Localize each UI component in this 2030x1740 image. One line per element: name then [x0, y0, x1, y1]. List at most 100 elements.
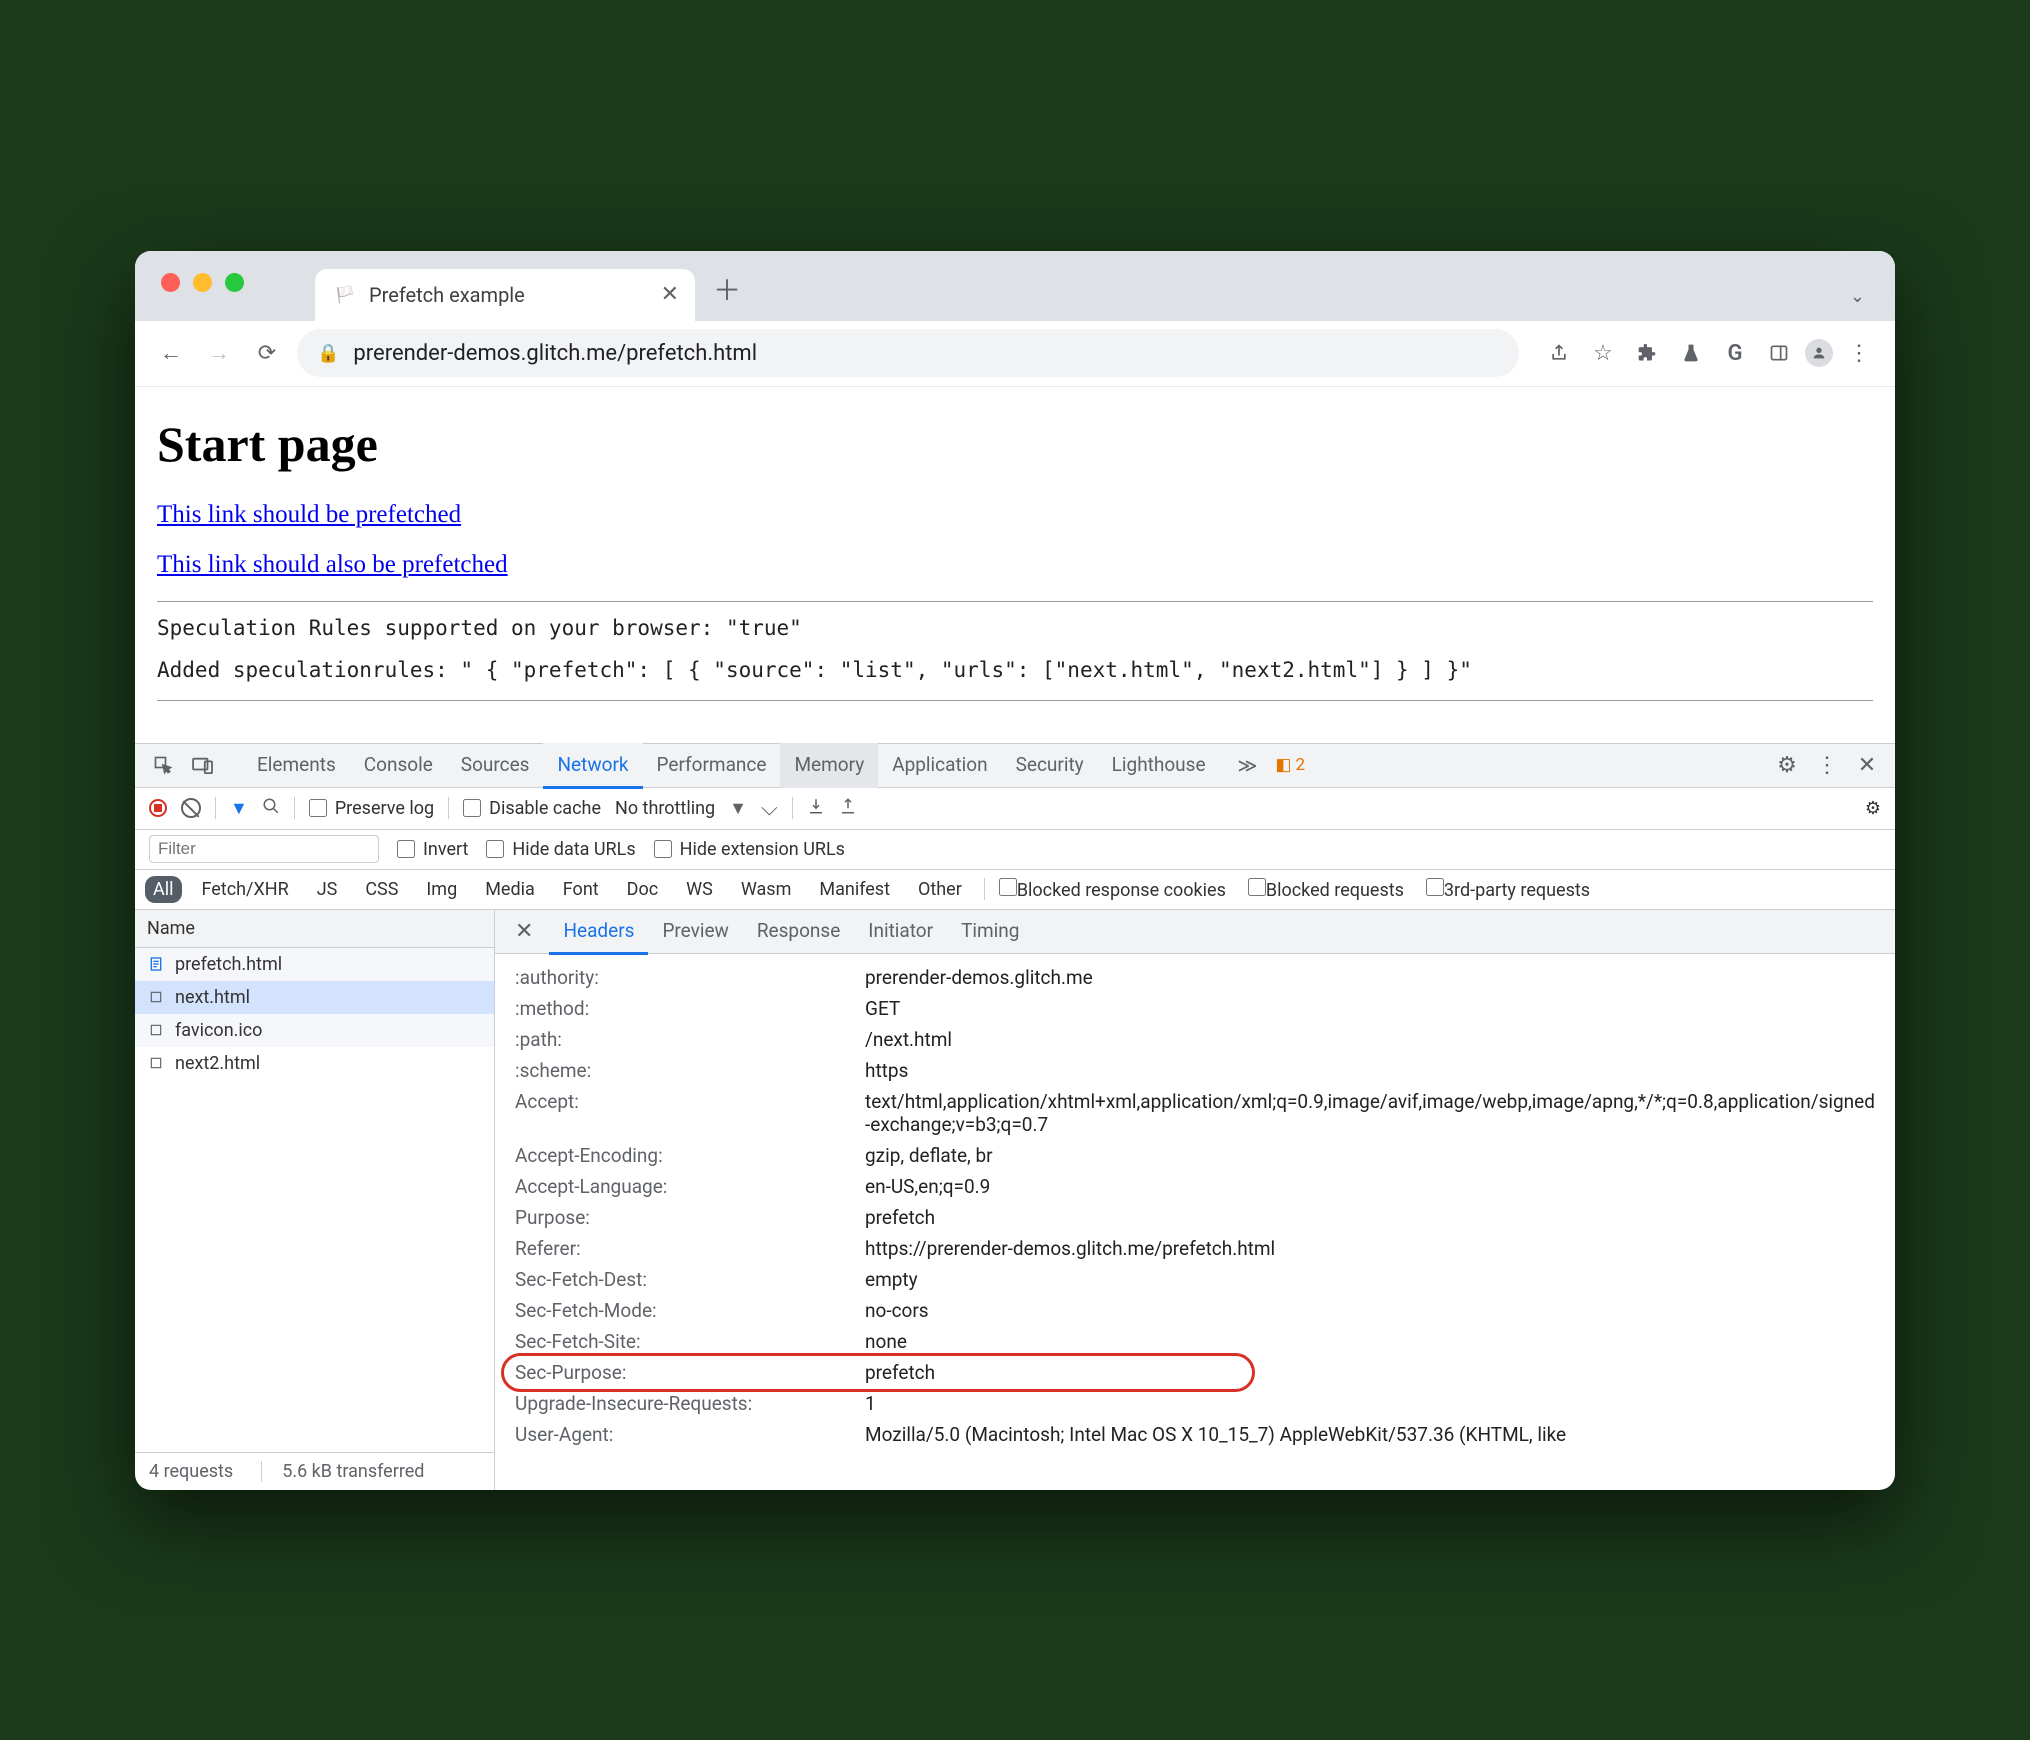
- detail-tab-preview[interactable]: Preview: [648, 910, 742, 954]
- devtools-tab-security[interactable]: Security: [1002, 743, 1098, 788]
- request-row[interactable]: next.html: [135, 981, 494, 1014]
- request-row[interactable]: next2.html: [135, 1047, 494, 1080]
- type-filter-font[interactable]: Font: [555, 876, 607, 903]
- search-icon[interactable]: [262, 797, 280, 820]
- type-filter-js[interactable]: JS: [309, 876, 346, 903]
- clear-button[interactable]: [181, 798, 201, 818]
- type-filter-img[interactable]: Img: [418, 876, 465, 903]
- type-check-blocked-response-cookies[interactable]: Blocked response cookies: [999, 878, 1226, 901]
- file-name: next.html: [175, 987, 250, 1008]
- back-button[interactable]: ←: [153, 335, 189, 371]
- minimize-window-button[interactable]: [193, 273, 212, 292]
- import-har-icon[interactable]: [807, 797, 825, 820]
- reload-button[interactable]: ⟳: [249, 335, 285, 371]
- header-value: none: [865, 1330, 1875, 1353]
- extensions-puzzle-icon[interactable]: [1629, 335, 1665, 371]
- request-detail: ✕ HeadersPreviewResponseInitiatorTiming …: [495, 910, 1895, 1490]
- prefetch-link-1[interactable]: This link should be prefetched: [157, 501, 1873, 529]
- disable-cache-checkbox[interactable]: Disable cache: [463, 798, 601, 819]
- type-filter-all[interactable]: All: [145, 876, 182, 903]
- record-button[interactable]: [149, 799, 167, 817]
- tab-close-button[interactable]: ✕: [661, 282, 679, 307]
- close-detail-button[interactable]: ✕: [505, 919, 543, 944]
- header-key: Sec-Fetch-Mode:: [515, 1299, 865, 1322]
- detail-tab-response[interactable]: Response: [743, 910, 854, 954]
- detail-tab-headers[interactable]: Headers: [549, 910, 648, 955]
- devtools-tab-application[interactable]: Application: [878, 743, 1001, 788]
- detail-tab-initiator[interactable]: Initiator: [854, 910, 947, 954]
- browser-tab[interactable]: 🏳️ Prefetch example ✕: [315, 269, 695, 321]
- header-value: no-cors: [865, 1299, 1875, 1322]
- file-icon: [147, 1054, 165, 1072]
- devtools-tab-performance[interactable]: Performance: [643, 743, 781, 788]
- devtools-tab-sources[interactable]: Sources: [447, 743, 544, 788]
- type-filter-doc[interactable]: Doc: [619, 876, 667, 903]
- window-controls: [161, 273, 244, 292]
- page-content: Start page This link should be prefetche…: [135, 387, 1895, 743]
- kebab-menu-icon[interactable]: ⋮: [1841, 335, 1877, 371]
- filter-toggle-icon[interactable]: ▼: [230, 798, 248, 819]
- network-settings-icon[interactable]: ⚙: [1865, 798, 1881, 819]
- type-check--rd-party-requests[interactable]: 3rd-party requests: [1426, 878, 1590, 901]
- list-header-name[interactable]: Name: [135, 910, 494, 948]
- throttling-select[interactable]: No throttling: [615, 798, 715, 819]
- bookmark-star-icon[interactable]: ☆: [1585, 335, 1621, 371]
- more-panels-button[interactable]: ≫: [1224, 744, 1272, 787]
- side-panel-icon[interactable]: [1761, 335, 1797, 371]
- profile-avatar[interactable]: [1805, 339, 1833, 367]
- forward-button[interactable]: →: [201, 335, 237, 371]
- type-check-blocked-requests[interactable]: Blocked requests: [1248, 878, 1404, 901]
- new-tab-button[interactable]: ＋: [713, 269, 741, 309]
- prefetch-link-2[interactable]: This link should also be prefetched: [157, 551, 1873, 579]
- devtools-settings-icon[interactable]: ⚙: [1769, 747, 1805, 783]
- request-row[interactable]: prefetch.html: [135, 948, 494, 981]
- warnings-badge[interactable]: ◧ 2: [1275, 755, 1305, 775]
- type-filter-manifest[interactable]: Manifest: [811, 876, 898, 903]
- invert-checkbox[interactable]: Invert: [397, 839, 468, 860]
- header-value: prerender-demos.glitch.me: [865, 966, 1875, 989]
- header-value: empty: [865, 1268, 1875, 1291]
- toolbar-actions: ☆ G ⋮: [1541, 335, 1877, 371]
- detail-tab-timing[interactable]: Timing: [947, 910, 1033, 954]
- type-filter-css[interactable]: CSS: [357, 876, 406, 903]
- devtools-tab-console[interactable]: Console: [350, 743, 447, 788]
- hide-extension-urls-checkbox[interactable]: Hide extension URLs: [654, 839, 845, 860]
- devtools-tab-network[interactable]: Network: [543, 743, 642, 789]
- throttling-dropdown-icon[interactable]: ▼: [729, 798, 747, 819]
- hide-data-urls-checkbox[interactable]: Hide data URLs: [486, 839, 635, 860]
- devtools-menu-icon[interactable]: ⋮: [1809, 747, 1845, 783]
- file-icon: [147, 1021, 165, 1039]
- devtools-close-button[interactable]: ✕: [1849, 747, 1885, 783]
- type-filter-media[interactable]: Media: [477, 876, 543, 903]
- devtools-tab-elements[interactable]: Elements: [243, 743, 350, 788]
- request-row[interactable]: favicon.ico: [135, 1014, 494, 1047]
- header-key: User-Agent:: [515, 1423, 865, 1446]
- close-window-button[interactable]: [161, 273, 180, 292]
- tab-overflow-button[interactable]: ⌄: [1850, 286, 1865, 307]
- tab-favicon-icon: 🏳️: [333, 283, 357, 307]
- type-filter-ws[interactable]: WS: [678, 876, 721, 903]
- file-icon: [147, 988, 165, 1006]
- device-toolbar-icon[interactable]: [185, 747, 221, 783]
- type-filter-fetchxhr[interactable]: Fetch/XHR: [194, 876, 297, 903]
- inspect-element-icon[interactable]: [145, 747, 181, 783]
- header-value: en-US,en;q=0.9: [865, 1175, 1875, 1198]
- filter-input[interactable]: [149, 835, 379, 863]
- speculation-rules-text: Added speculationrules: " { "prefetch": …: [157, 658, 1873, 682]
- maximize-window-button[interactable]: [225, 273, 244, 292]
- devtools-tab-lighthouse[interactable]: Lighthouse: [1098, 743, 1220, 788]
- header-key: Purpose:: [515, 1206, 865, 1229]
- devtools-tab-memory[interactable]: Memory: [780, 743, 878, 788]
- network-conditions-icon[interactable]: ⌵: [761, 796, 778, 821]
- labs-flask-icon[interactable]: [1673, 335, 1709, 371]
- header-row: Sec-Fetch-Mode:no-cors: [495, 1295, 1895, 1326]
- export-har-icon[interactable]: [839, 797, 857, 820]
- header-row: Sec-Purpose:prefetch: [495, 1357, 1895, 1388]
- type-filter-wasm[interactable]: Wasm: [733, 876, 800, 903]
- address-bar[interactable]: 🔒 prerender-demos.glitch.me/prefetch.htm…: [297, 329, 1519, 377]
- google-icon[interactable]: G: [1717, 335, 1753, 371]
- type-filter-other[interactable]: Other: [910, 876, 970, 903]
- header-key: Upgrade-Insecure-Requests:: [515, 1392, 865, 1415]
- preserve-log-checkbox[interactable]: Preserve log: [309, 798, 434, 819]
- share-icon[interactable]: [1541, 335, 1577, 371]
